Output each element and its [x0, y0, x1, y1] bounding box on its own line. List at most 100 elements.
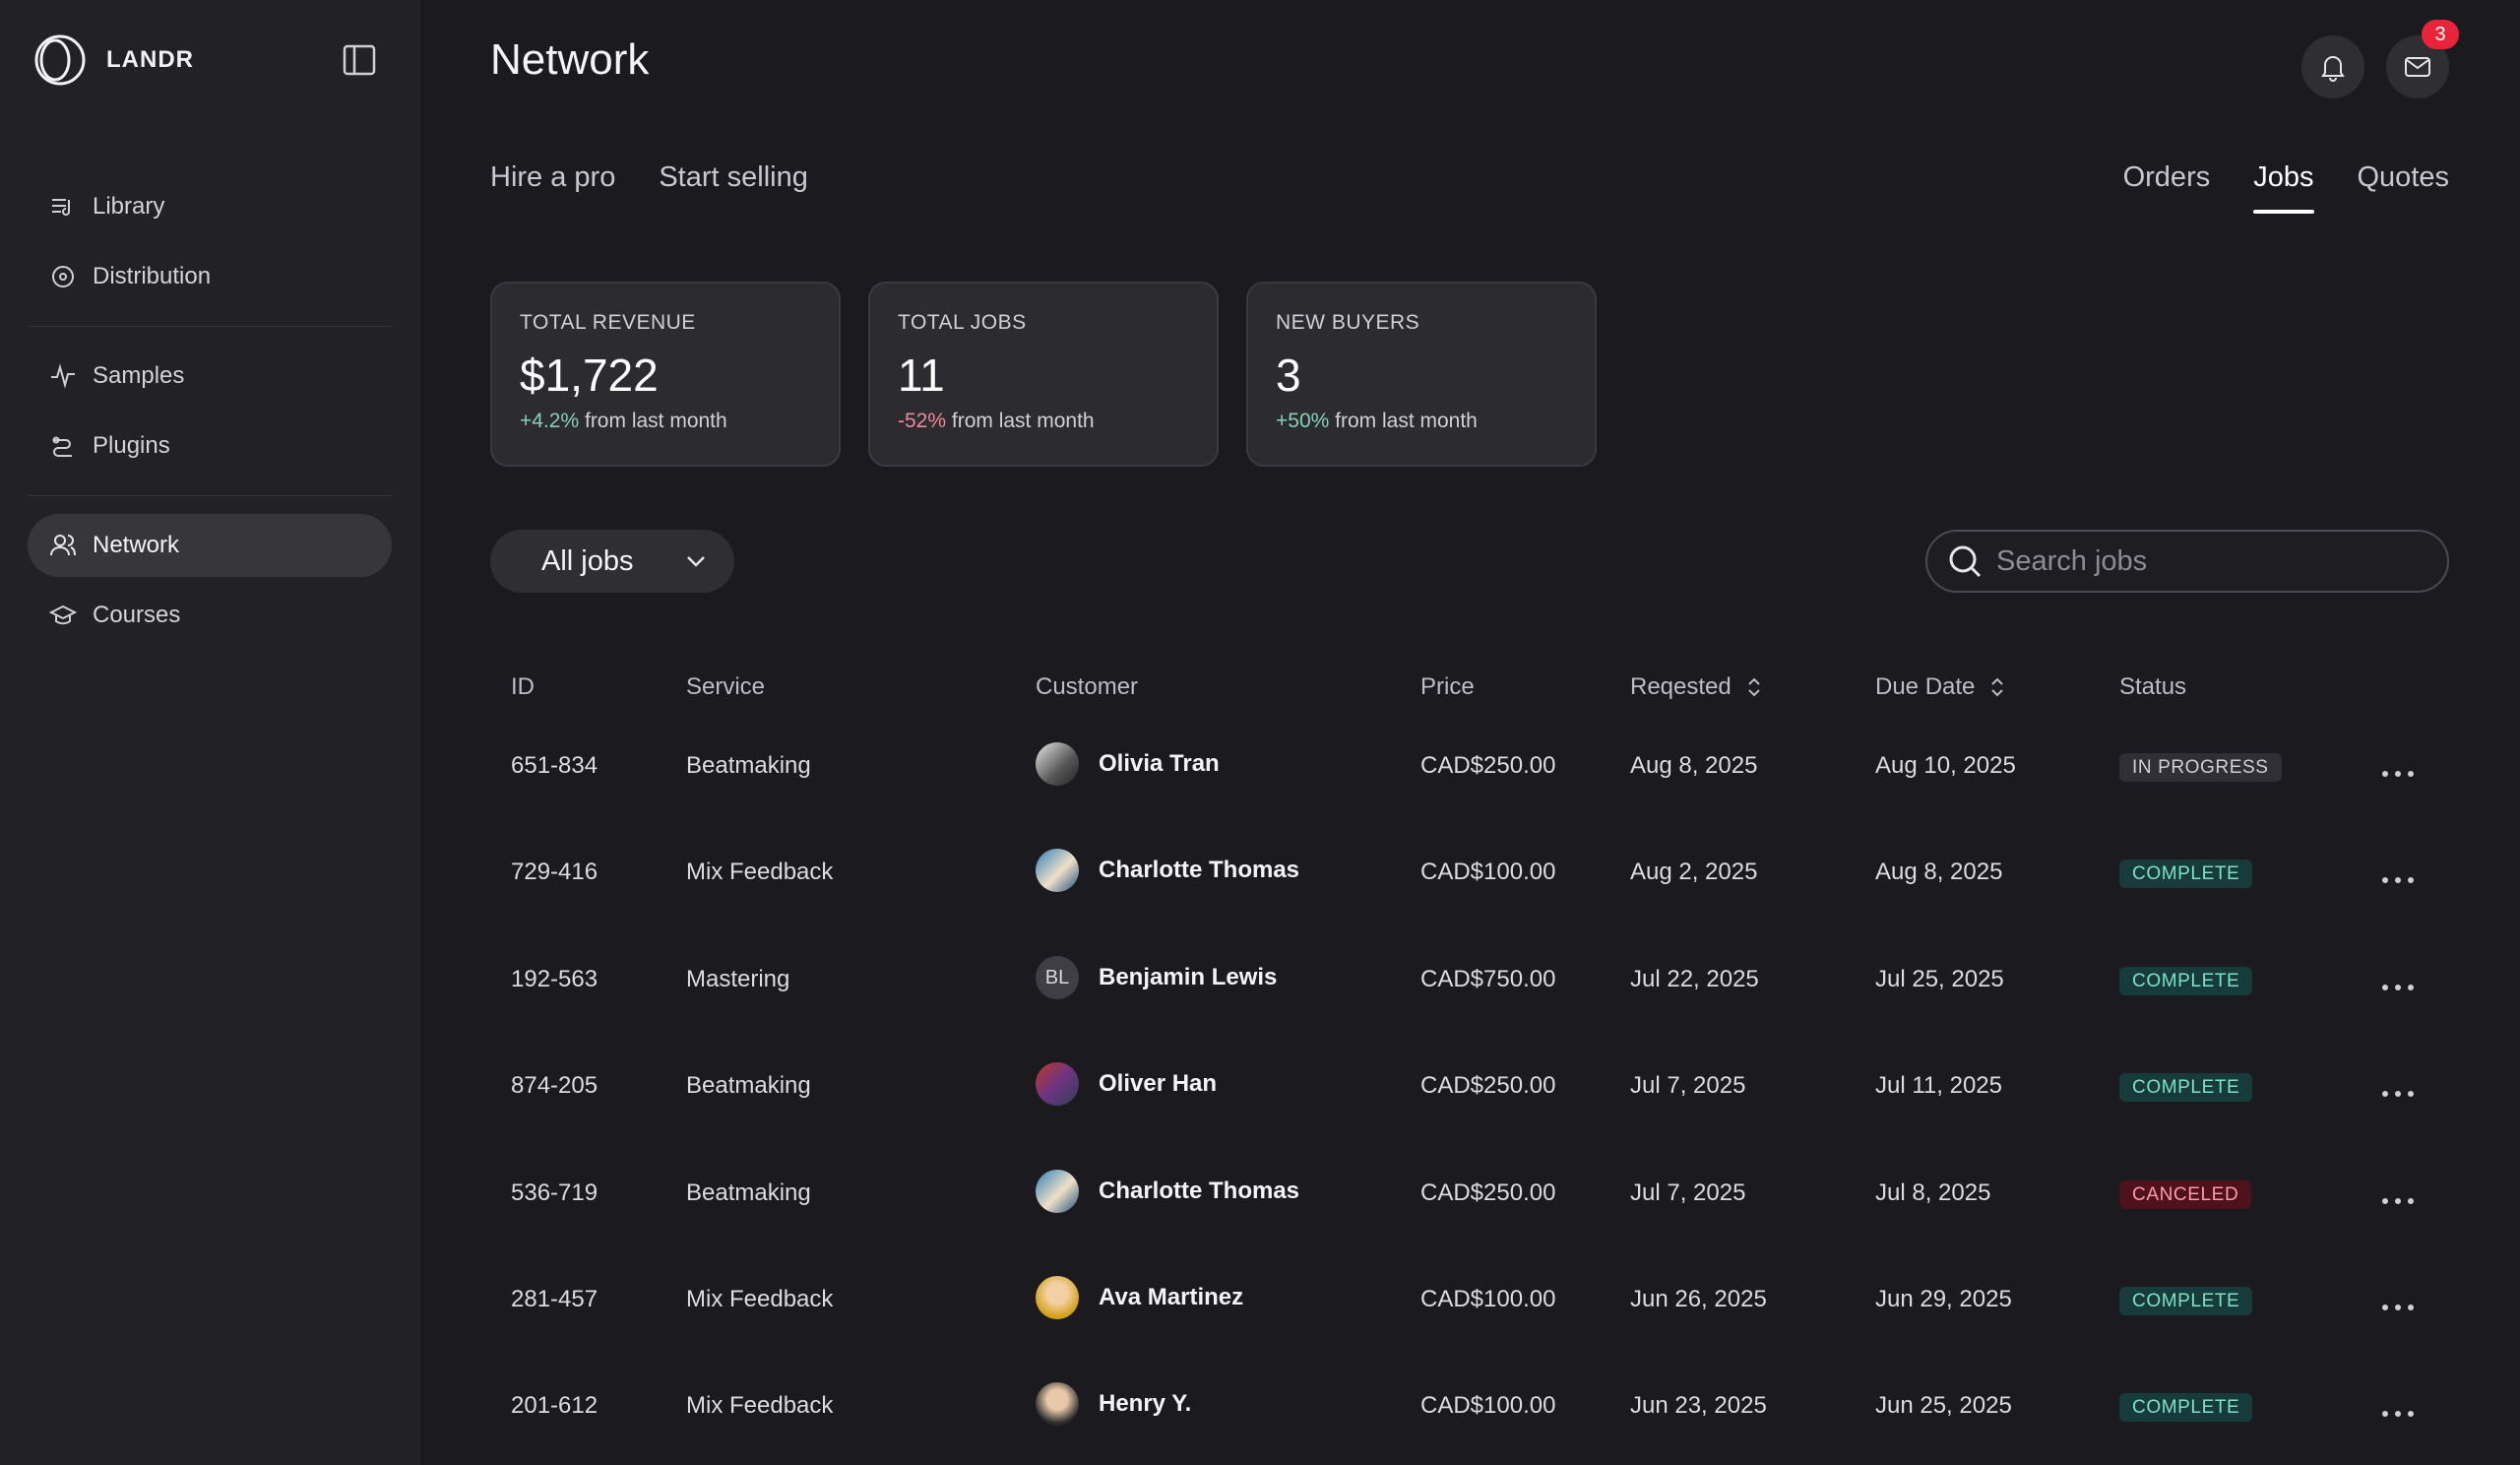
sidebar-collapse-button[interactable] [341, 43, 380, 79]
messages-count-badge: 3 [2422, 20, 2459, 49]
stat-change-suffix: from last month [1335, 410, 1478, 432]
cell-price: CAD$100.00 [1420, 859, 1556, 885]
sidebar-item-plugins[interactable]: Plugins [28, 414, 392, 478]
cell-requested: Jun 23, 2025 [1630, 1392, 1767, 1419]
column-header-id[interactable]: ID [511, 673, 535, 701]
status-label: COMPLETE [2119, 1393, 2253, 1422]
page-title: Network [490, 35, 650, 84]
cell-due-date: Aug 10, 2025 [1875, 752, 2016, 779]
stat-change: -52% [898, 410, 947, 432]
row-actions-button[interactable] [2380, 1398, 2416, 1426]
sidebar-item-distribution[interactable]: Distribution [28, 245, 392, 308]
column-header-requested[interactable]: Reqested [1630, 673, 1763, 701]
landr-logo-icon [34, 34, 86, 86]
row-actions-button[interactable] [2380, 972, 2416, 999]
status-label: COMPLETE [2119, 1073, 2253, 1102]
sidebar-item-samples[interactable]: Samples [28, 345, 392, 408]
brand-name: LANDR [106, 46, 194, 73]
more-horizontal-icon [2382, 1091, 2414, 1097]
sidebar-divider [28, 495, 392, 496]
cell-due-date: Jun 25, 2025 [1875, 1392, 2012, 1419]
cell-price: CAD$250.00 [1420, 752, 1556, 779]
cell-customer[interactable]: Oliver Han [1036, 1062, 1217, 1106]
tab-jobs[interactable]: Jobs [2253, 161, 2314, 214]
cell-due-date: Jul 11, 2025 [1875, 1072, 2002, 1099]
cell-service: Mix Feedback [686, 1286, 834, 1312]
cell-service: Mastering [686, 966, 790, 992]
tab-quotes[interactable]: Quotes [2358, 161, 2450, 204]
tabs: Orders Jobs Quotes [2080, 161, 2450, 214]
cell-requested: Jun 26, 2025 [1630, 1286, 1767, 1312]
stat-label: TOTAL REVENUE [520, 311, 696, 334]
search-input[interactable] [1996, 544, 2410, 578]
status-label: COMPLETE [2119, 967, 2253, 995]
customer-name: Benjamin Lewis [1099, 964, 1278, 990]
plugins-icon [52, 436, 72, 457]
cell-due-date: Jul 25, 2025 [1875, 966, 2004, 992]
mail-icon [2405, 57, 2430, 77]
row-actions-button[interactable] [2380, 1078, 2416, 1106]
courses-icon [49, 605, 77, 625]
customer-name: Charlotte Thomas [1099, 1178, 1300, 1204]
cell-requested: Jul 22, 2025 [1630, 966, 1759, 992]
cell-requested: Jul 7, 2025 [1630, 1179, 1746, 1206]
column-header-label: Reqested [1630, 673, 1732, 700]
cell-price: CAD$250.00 [1420, 1072, 1556, 1099]
bell-icon [2321, 56, 2345, 82]
cell-price: CAD$750.00 [1420, 966, 1556, 992]
sidebar-item-library[interactable]: Library [28, 175, 392, 238]
more-horizontal-icon [2382, 771, 2414, 777]
subnav-hire-a-pro[interactable]: Hire a pro [490, 161, 615, 194]
row-actions-button[interactable] [2380, 758, 2416, 786]
cell-service: Beatmaking [686, 1072, 811, 1099]
column-header-customer[interactable]: Customer [1036, 673, 1138, 701]
sidebar-divider [28, 326, 392, 327]
sidebar-item-network[interactable]: Network [28, 514, 392, 577]
sidebar-item-label: Network [93, 532, 180, 558]
column-header-price[interactable]: Price [1420, 673, 1475, 701]
status-badge: COMPLETE [2119, 1392, 2253, 1422]
status-badge: COMPLETE [2119, 1286, 2253, 1315]
avatar [1036, 1382, 1079, 1426]
sidebar-item-courses[interactable]: Courses [28, 584, 392, 647]
status-badge: CANCELED [2119, 1179, 2252, 1209]
stat-change: +50% [1276, 410, 1330, 432]
stat-change: +4.2% [520, 410, 580, 432]
tab-orders[interactable]: Orders [2123, 161, 2211, 204]
library-icon [52, 199, 70, 216]
cell-service: Mix Feedback [686, 859, 834, 885]
cell-customer[interactable]: Olivia Tran [1036, 742, 1220, 786]
stat-card-revenue: TOTAL REVENUE $1,722 +4.2% from last mon… [490, 282, 841, 467]
cell-id: 281-457 [511, 1286, 598, 1312]
cell-customer[interactable]: Charlotte Thomas [1036, 1170, 1299, 1213]
cell-customer[interactable]: Charlotte Thomas [1036, 849, 1299, 892]
row-actions-button[interactable] [2380, 1292, 2416, 1319]
cell-requested: Aug 2, 2025 [1630, 859, 1758, 885]
avatar [1036, 742, 1079, 786]
status-badge: IN PROGRESS [2119, 752, 2282, 782]
status-badge: COMPLETE [2119, 859, 2253, 888]
column-header-label: Due Date [1875, 673, 1976, 700]
stat-change-row: +50% from last month [1276, 410, 1567, 433]
cell-customer[interactable]: Henry Y. [1036, 1382, 1191, 1426]
stat-value: 11 [898, 350, 945, 401]
column-header-due-date[interactable]: Due Date [1875, 673, 2006, 701]
column-header-status[interactable]: Status [2119, 673, 2186, 701]
sidebar: LANDR Library Distribution Samples Plugi… [0, 0, 419, 1465]
status-badge: COMPLETE [2119, 1072, 2253, 1102]
column-header-service[interactable]: Service [686, 673, 765, 701]
row-actions-button[interactable] [2380, 864, 2416, 892]
cell-id: 729-416 [511, 859, 598, 885]
cell-customer[interactable]: Ava Martinez [1036, 1276, 1243, 1319]
brand-logo[interactable]: LANDR [33, 33, 194, 87]
sidebar-item-label: Courses [93, 602, 181, 628]
avatar [1036, 849, 1079, 892]
row-actions-button[interactable] [2380, 1185, 2416, 1213]
cell-price: CAD$250.00 [1420, 1179, 1556, 1206]
notifications-button[interactable] [2301, 35, 2364, 98]
cell-customer[interactable]: BL Benjamin Lewis [1036, 956, 1277, 999]
jobs-filter-dropdown[interactable]: All jobs [490, 530, 734, 593]
cell-price: CAD$100.00 [1420, 1286, 1556, 1312]
cell-id: 874-205 [511, 1072, 598, 1099]
subnav-start-selling[interactable]: Start selling [659, 161, 808, 194]
